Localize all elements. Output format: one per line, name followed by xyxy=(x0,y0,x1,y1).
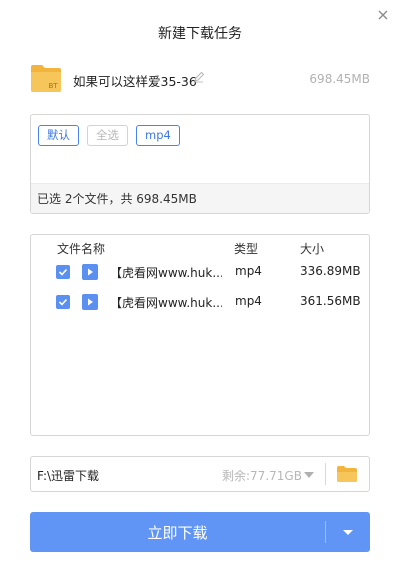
file-name: 【虎看网www.huk... xyxy=(110,296,222,310)
folder-icon[interactable] xyxy=(336,465,358,483)
video-file-icon xyxy=(82,264,98,280)
free-space-label: 剩余:77.71GB xyxy=(222,469,302,483)
close-button[interactable] xyxy=(376,8,390,22)
selection-summary: 已选 2个文件，共 698.45MB xyxy=(31,183,369,213)
filter-mp4-button[interactable]: mp4 xyxy=(136,125,180,146)
dialog-title: 新建下载任务 xyxy=(158,26,242,42)
column-header-size[interactable]: 大小 xyxy=(300,240,324,257)
checkbox-checked-icon xyxy=(58,298,68,306)
save-path-input[interactable]: F:\迅雷下载 xyxy=(37,467,99,484)
download-now-label: 立即下载 xyxy=(147,524,208,542)
file-size: 336.89MB xyxy=(300,264,361,278)
file-name: 【虎看网www.huk... xyxy=(110,266,222,280)
path-divider xyxy=(325,463,326,485)
column-header-type[interactable]: 类型 xyxy=(234,240,258,257)
file-list: 文件名称 类型 大小 【虎看网www.huk... mp4 336.89MB 【… xyxy=(30,234,370,436)
file-checkbox[interactable] xyxy=(56,265,70,279)
file-row[interactable]: 【虎看网www.huk... mp4 336.89MB xyxy=(31,257,369,287)
new-download-dialog: 新建下载任务 BT 如果可以这样爱35-36 698.45MB 默认 全选 mp… xyxy=(0,0,400,582)
file-type: mp4 xyxy=(235,264,262,278)
file-row[interactable]: 【虎看网www.huk... mp4 361.56MB xyxy=(31,287,369,317)
file-list-header: 文件名称 类型 大小 xyxy=(31,235,369,259)
filter-tags: 默认 全选 mp4 xyxy=(38,125,180,146)
task-total-size: 698.45MB xyxy=(309,72,370,86)
bt-badge-label: BT xyxy=(48,82,58,90)
close-icon xyxy=(378,10,388,20)
column-header-name[interactable]: 文件名称 xyxy=(57,240,105,257)
filter-default-button[interactable]: 默认 xyxy=(38,125,79,146)
bt-file-icon: BT xyxy=(31,65,61,92)
download-now-button[interactable]: 立即下载 xyxy=(30,512,370,552)
save-path-bar[interactable]: F:\迅雷下载 剩余:77.71GB xyxy=(30,456,370,492)
file-type: mp4 xyxy=(235,294,262,308)
video-file-icon xyxy=(82,294,98,310)
chevron-down-icon xyxy=(343,530,353,535)
edit-icon[interactable] xyxy=(193,71,205,83)
filter-select-all-button[interactable]: 全选 xyxy=(87,125,128,146)
file-size: 361.56MB xyxy=(300,294,361,308)
download-options-dropdown[interactable] xyxy=(326,512,370,552)
task-header: BT 如果可以这样爱35-36 698.45MB xyxy=(30,62,370,94)
chevron-down-icon[interactable] xyxy=(303,471,315,479)
task-name[interactable]: 如果可以这样爱35-36 xyxy=(73,71,197,90)
file-filter-panel: 默认 全选 mp4 已选 2个文件，共 698.45MB xyxy=(30,114,370,214)
file-checkbox[interactable] xyxy=(56,295,70,309)
checkbox-checked-icon xyxy=(58,268,68,276)
